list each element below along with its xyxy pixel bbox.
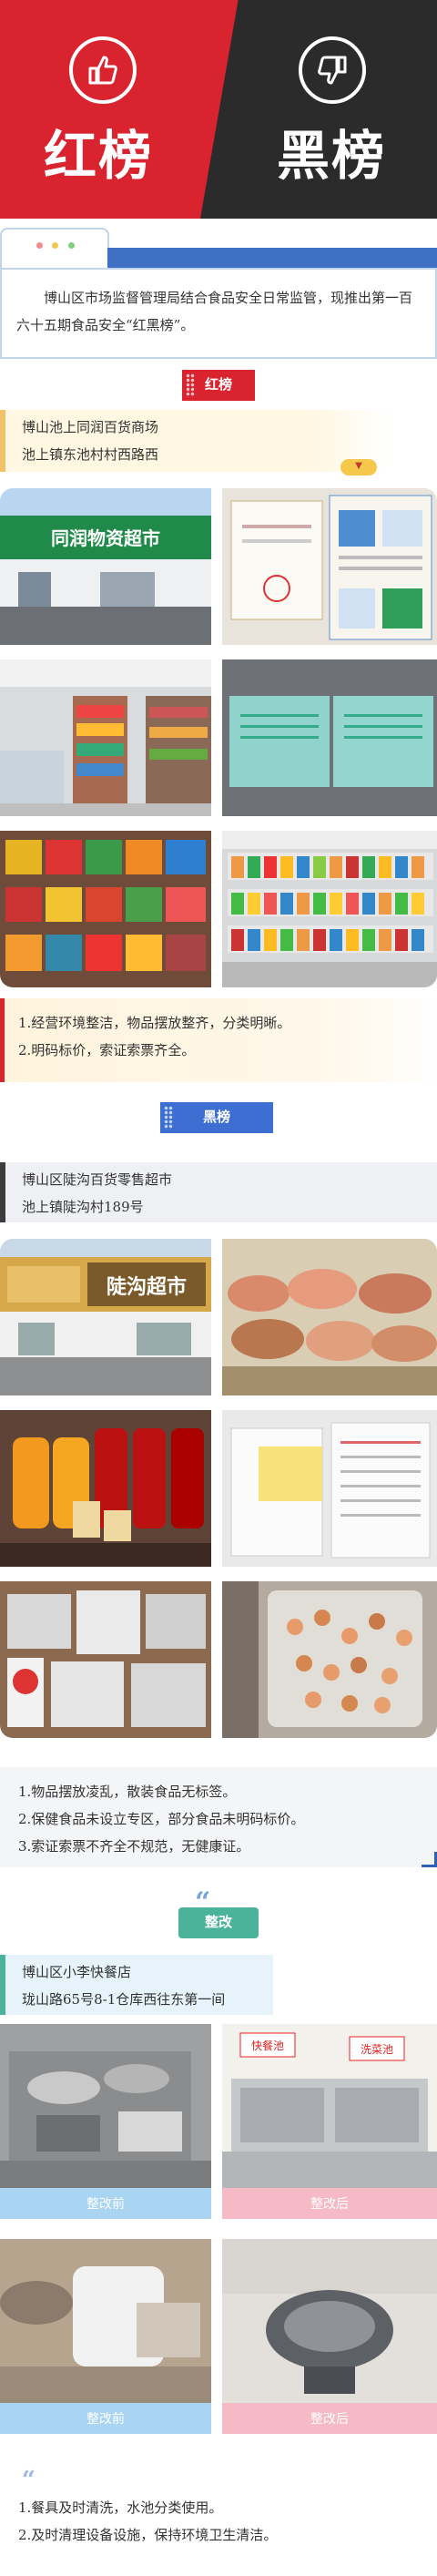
black-store-info: 博山区陡沟百货零售超市 池上镇陡沟村189号 bbox=[0, 1162, 437, 1222]
black-list-title: 黑榜 bbox=[277, 125, 387, 187]
rectify-photo-before-1 bbox=[0, 2024, 211, 2188]
red-photo-snacks bbox=[0, 831, 211, 987]
rectify-photo-before-2 bbox=[0, 2239, 211, 2403]
article-page: 红榜 黑榜 博山区市场监督管理局结合食品安全日常监管，现推出第一百六十五期食品安… bbox=[0, 0, 437, 2576]
red-photo-aisle bbox=[0, 659, 211, 816]
red-photo-storefront: 同润物资超市 bbox=[0, 488, 211, 645]
window-dots bbox=[0, 228, 109, 268]
rectify-note-item: 2.及时清理设备设施，保持环境卫生清洁。 bbox=[18, 2527, 278, 2543]
black-photo-bulk-food bbox=[222, 1239, 437, 1395]
rectify-store-address: 珑山路65号8-1仓库西往东第一间 bbox=[22, 1991, 226, 2008]
rectify-store-name: 博山区小李快餐店 bbox=[22, 1964, 132, 1980]
black-note-item: 2.保健食品未设立专区，部分食品未明码标价。 bbox=[18, 1811, 305, 1827]
rectify-badge: 整改 bbox=[178, 1907, 259, 1938]
rectify-photo-after-1: 快餐池 洗菜池 bbox=[222, 2024, 437, 2188]
intro-card: 博山区市场监督管理局结合食品安全日常监管，现推出第一百六十五期食品安全“红黑榜”… bbox=[0, 228, 437, 360]
red-store-info: 博山池上同润百货商场 池上镇东池村村西路西 ▼ bbox=[0, 410, 391, 475]
intro-box: 博山区市场监督管理局结合食品安全日常监管，现推出第一百六十五期食品安全“红黑榜”… bbox=[0, 268, 437, 359]
red-store-address: 池上镇东池村村西路西 bbox=[22, 446, 159, 463]
rectify-photo-after-2 bbox=[222, 2239, 437, 2403]
sink-label-right: 洗菜池 bbox=[361, 2043, 393, 2056]
red-list-badge: 红榜 bbox=[182, 370, 255, 401]
red-shop-sign: 同润物资超市 bbox=[51, 527, 160, 549]
caption-after: 整改后 bbox=[222, 2188, 437, 2219]
black-photo-records bbox=[222, 1410, 437, 1567]
red-note-item: 2.明码标价，索证索票齐全。 bbox=[18, 1042, 196, 1058]
black-list-badge: 黑榜 bbox=[160, 1102, 273, 1133]
red-notes: 1.经营环境整洁，物品摆放整齐，分类明晰。 2.明码标价，索证索票齐全。 bbox=[0, 998, 437, 1082]
black-photo-bagged-food bbox=[222, 1581, 437, 1738]
red-list-title: 红榜 bbox=[44, 125, 154, 187]
caption-after: 整改后 bbox=[222, 2403, 437, 2434]
black-photo-storefront: 陡沟超市 bbox=[0, 1239, 211, 1395]
red-photo-documents bbox=[222, 659, 437, 816]
red-note-item: 1.经营环境整洁，物品摆放整齐，分类明晰。 bbox=[18, 1015, 291, 1031]
red-store-name: 博山池上同润百货商场 bbox=[22, 419, 159, 435]
intro-header-bar bbox=[107, 248, 437, 268]
black-store-name: 博山区陡沟百货零售超市 bbox=[22, 1171, 173, 1188]
rectify-notes: 1.餐具及时清洗，水池分类使用。 2.及时清理设备设施，保持环境卫生清洁。 bbox=[0, 2481, 437, 2572]
black-store-address: 池上镇陡沟村189号 bbox=[22, 1199, 144, 1215]
hero-banner: 红榜 黑榜 bbox=[0, 0, 437, 219]
chevron-down-icon: ▼ bbox=[340, 459, 377, 475]
intro-text: 博山区市场监督管理局结合食品安全日常监管，现推出第一百六十五期食品安全“红黑榜”… bbox=[16, 290, 413, 333]
black-notes: 1.物品摆放凌乱，散装食品无标签。 2.保健食品未设立专区，部分食品未明码标价。… bbox=[0, 1767, 437, 1867]
caption-before: 整改前 bbox=[0, 2188, 211, 2219]
red-photo-licenses bbox=[222, 488, 437, 645]
rectify-note-item: 1.餐具及时清洗，水池分类使用。 bbox=[18, 2499, 223, 2516]
black-shop-sign: 陡沟超市 bbox=[107, 1275, 187, 1299]
black-photo-drinks bbox=[0, 1410, 211, 1567]
black-note-item: 3.索证索票不齐全不规范，无健康证。 bbox=[18, 1838, 250, 1855]
thumbs-down-icon bbox=[299, 36, 366, 104]
thumbs-up-icon bbox=[69, 36, 137, 104]
red-photo-drinks bbox=[222, 831, 437, 987]
sink-label-left: 快餐池 bbox=[251, 2039, 284, 2052]
caption-before: 整改前 bbox=[0, 2403, 211, 2434]
black-photo-shelves bbox=[0, 1581, 211, 1738]
black-note-item: 1.物品摆放凌乱，散装食品无标签。 bbox=[18, 1784, 237, 1800]
rectify-store-info: 博山区小李快餐店 珑山路65号8-1仓库西往东第一间 bbox=[0, 1955, 273, 2015]
